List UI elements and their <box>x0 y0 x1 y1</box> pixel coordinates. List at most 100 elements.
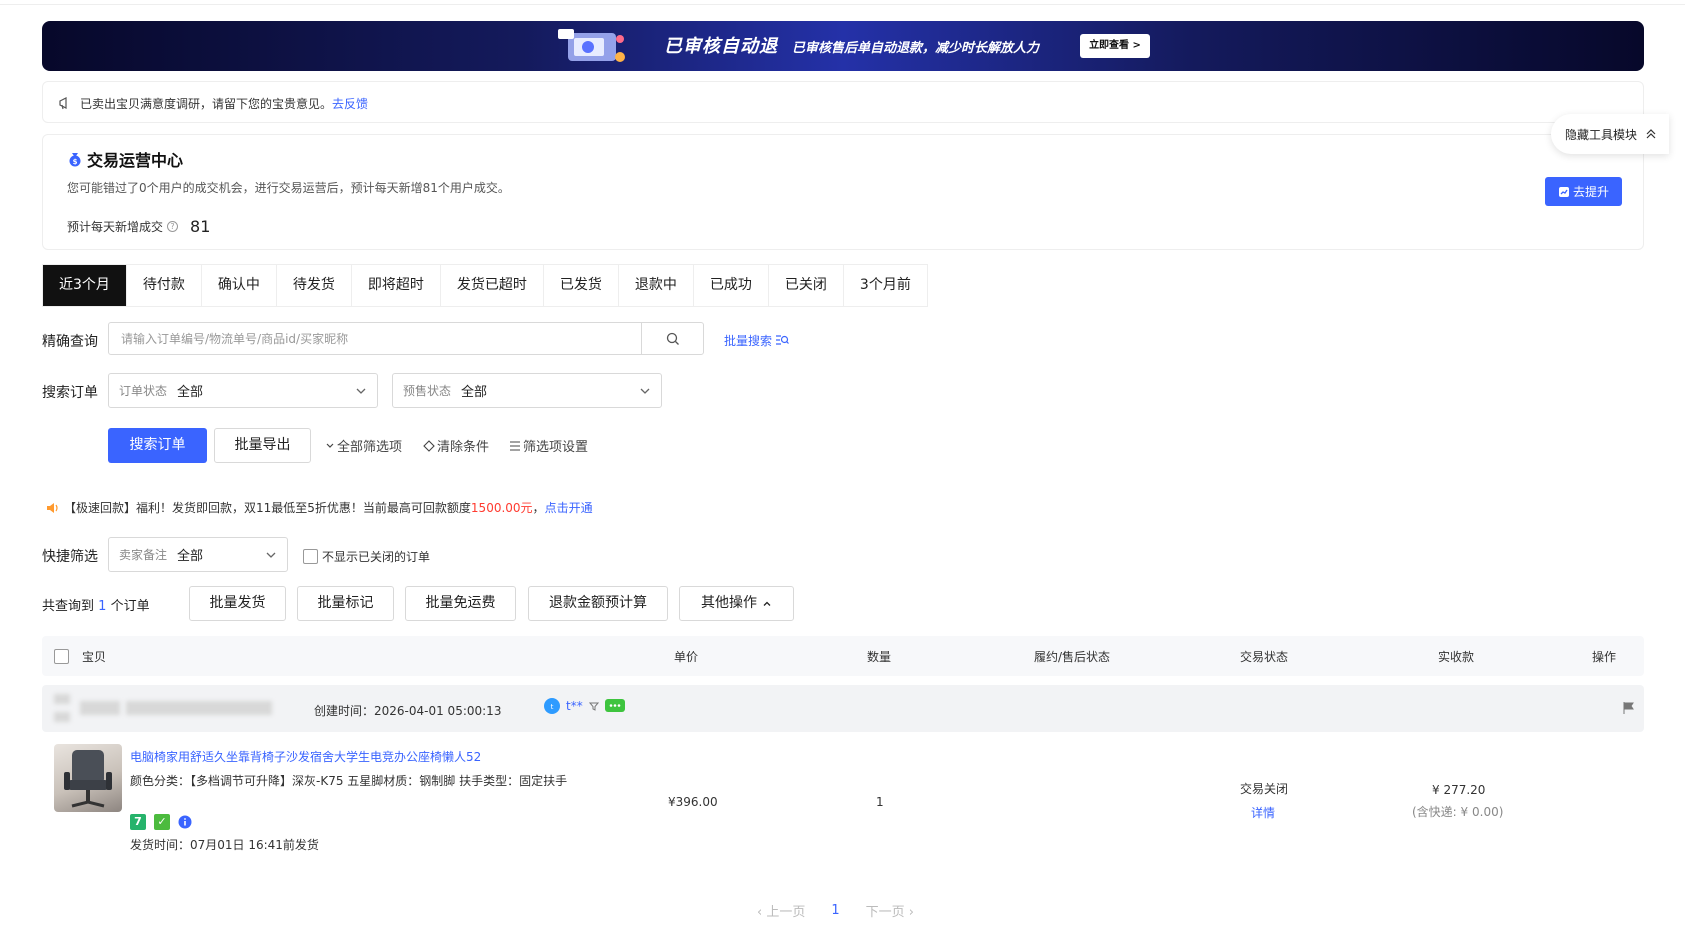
survey-notice: 已卖出宝贝满意度调研，请留下您的宝贵意见。去反馈 <box>42 81 1644 123</box>
survey-text: 已卖出宝贝满意度调研，请留下您的宝贵意见。 <box>80 97 333 111</box>
batch-export-button[interactable]: 批量导出 <box>214 428 311 463</box>
batch-free-shipping-button[interactable]: 批量免运费 <box>405 586 516 621</box>
search-orders-label: 搜索订单 <box>42 385 98 401</box>
header-unit-price: 单价 <box>674 650 699 664</box>
hide-closed-checkbox[interactable] <box>303 549 318 564</box>
megaphone-icon <box>59 97 67 110</box>
order-status-select[interactable]: 订单状态 全部 <box>108 373 378 408</box>
header-trade-status: 交易状态 <box>1240 650 1289 664</box>
tab-success[interactable]: 已成功 <box>694 265 769 306</box>
fast-payback-promo: 【极速回款】福利！发货即回款，双11最低至5折优惠！当前最高可回款额度1500.… <box>46 499 593 516</box>
tab-pending-payment[interactable]: 待付款 <box>127 265 202 306</box>
promo-banner[interactable]: 已审核自动退 已审核售后单自动退款，减少时长解放人力 立即查看 > <box>42 21 1644 71</box>
quick-filter-label: 快捷筛选 <box>42 549 98 565</box>
order-table-header: 宝贝 单价 数量 履约/售后状态 交易状态 实收款 操作 <box>42 636 1644 676</box>
precise-search-label: 精确查询 <box>42 334 98 350</box>
chart-icon <box>1558 186 1569 197</box>
shield-badge-icon: ✓ <box>154 814 170 830</box>
ops-center-title: 交易运营中心 <box>87 151 184 170</box>
tab-refunding[interactable]: 退款中 <box>619 265 694 306</box>
help-icon[interactable]: ? <box>167 221 179 232</box>
tab-confirming[interactable]: 确认中 <box>202 265 277 306</box>
flag-icon[interactable] <box>1622 701 1636 715</box>
header-quantity: 数量 <box>867 650 892 664</box>
product-title-link[interactable]: 电脑椅家用舒适久坐靠背椅子沙发宿舍大学生电竞办公座椅懒人52 <box>130 748 481 765</box>
refund-precalc-button[interactable]: 退款金额预计算 <box>528 586 668 621</box>
tab-to-ship[interactable]: 待发货 <box>277 265 352 306</box>
search-input[interactable] <box>109 323 641 354</box>
chevron-down-icon <box>266 552 276 558</box>
batch-ship-button[interactable]: 批量发货 <box>189 586 286 621</box>
tab-about-to-timeout[interactable]: 即将超时 <box>352 265 441 306</box>
hide-closed-orders-option[interactable]: 不显示已关闭的订单 <box>303 548 430 565</box>
filter-settings-button[interactable]: 筛选项设置 <box>509 436 588 455</box>
search-button[interactable] <box>641 323 703 354</box>
product-image[interactable] <box>54 744 122 812</box>
clear-filters-button[interactable]: 清除条件 <box>423 436 489 455</box>
menu-icon <box>510 440 520 451</box>
chevron-down-icon <box>356 388 366 394</box>
shipping-fee-note: (含快递: ¥ 0.00) <box>1412 805 1504 819</box>
current-page[interactable]: 1 <box>831 903 839 918</box>
result-count: 共查询到 1 个订单 <box>42 599 150 614</box>
order-header-row: 创建时间：2026-04-01 05:00:13 t t** <box>42 685 1644 732</box>
search-icon <box>666 332 679 345</box>
select-all-checkbox[interactable] <box>54 649 69 664</box>
batch-search-link[interactable]: 批量搜索 <box>724 332 789 349</box>
presale-status-select[interactable]: 预售状态 全部 <box>392 373 662 408</box>
order-detail-link[interactable]: 详情 <box>1251 804 1275 821</box>
svg-text:t: t <box>551 703 554 711</box>
order-created-time: 创建时间：2026-04-01 05:00:13 <box>314 704 502 718</box>
redacted-mark <box>54 712 70 722</box>
trade-status: 交易关闭 <box>1240 782 1289 796</box>
chair-image-icon <box>64 750 112 808</box>
quantity: 1 <box>876 795 884 809</box>
info-icon[interactable] <box>178 815 192 829</box>
money-bag-icon: $ <box>69 153 81 167</box>
order-status-tabs: 近3个月 待付款 确认中 待发货 即将超时 发货已超时 已发货 退款中 已成功 … <box>42 264 928 307</box>
tab-ship-timeout[interactable]: 发货已超时 <box>441 265 544 306</box>
speaker-icon <box>47 502 58 513</box>
seller-note-select[interactable]: 卖家备注 全部 <box>108 537 288 572</box>
tab-closed[interactable]: 已关闭 <box>769 265 844 306</box>
result-count-number: 1 <box>98 599 107 614</box>
header-fulfillment-status: 履约/售后状态 <box>1034 650 1111 664</box>
seven-day-return-icon: 7 <box>130 814 146 830</box>
buyer-name[interactable]: t** <box>566 699 583 713</box>
banner-subtitle: 已审核售后单自动退款，减少时长解放人力 <box>792 41 1040 56</box>
list-search-icon <box>775 335 789 345</box>
product-sku: 颜色分类：【多档调节可升降】深灰-K75 五星脚材质：钢制脚 扶手类型：固定扶手 <box>130 774 568 788</box>
survey-feedback-link[interactable]: 去反馈 <box>332 97 368 111</box>
chat-icon[interactable] <box>604 698 625 714</box>
search-orders-button[interactable]: 搜索订单 <box>108 428 207 463</box>
ops-metric-label: 预计每天新增成交 <box>67 220 164 234</box>
ship-deadline: 发货时间：07月01日 16:41前发货 <box>130 838 319 852</box>
banner-title: 已审核自动退 <box>664 36 778 57</box>
hide-tool-module-button[interactable]: 隐藏工具模块 <box>1551 114 1669 154</box>
chevron-up-icon <box>763 601 771 606</box>
redacted-mark <box>54 694 70 704</box>
redacted-order-number <box>126 701 272 715</box>
tab-recent-3-months[interactable]: 近3个月 <box>43 265 127 306</box>
ops-center-card: $ 交易运营中心 您可能错过了0个用户的成交机会，进行交易运营后，预计每天新增8… <box>42 134 1644 250</box>
tab-older-than-3-months[interactable]: 3个月前 <box>844 265 927 306</box>
ops-improve-button[interactable]: 去提升 <box>1545 177 1622 206</box>
promo-activate-link[interactable]: 点击开通 <box>545 501 593 515</box>
next-page-button[interactable]: 下一页 › <box>866 901 914 920</box>
order-detail-row: 电脑椅家用舒适久坐靠背椅子沙发宿舍大学生电竞办公座椅懒人52 颜色分类：【多档调… <box>42 740 1644 860</box>
tab-shipped[interactable]: 已发货 <box>544 265 619 306</box>
received-amount: ¥ 277.20 <box>1432 783 1486 797</box>
prev-page-button[interactable]: ‹ 上一页 <box>757 901 805 920</box>
batch-mark-button[interactable]: 批量标记 <box>297 586 394 621</box>
ops-metric-value: 81 <box>190 217 211 236</box>
other-actions-button[interactable]: 其他操作 <box>679 586 794 621</box>
banner-view-button[interactable]: 立即查看 > <box>1080 34 1150 58</box>
svg-text:$: $ <box>73 158 78 166</box>
all-filters-toggle[interactable]: 全部筛选项 <box>325 436 402 455</box>
promo-amount: 1500.00元 <box>470 501 533 515</box>
header-received: 实收款 <box>1438 650 1475 664</box>
banner-illustration-icon <box>558 29 625 62</box>
pagination: ‹ 上一页 1 下一页 › <box>757 901 914 920</box>
top-divider <box>0 4 1685 5</box>
redacted-mark <box>80 701 120 715</box>
